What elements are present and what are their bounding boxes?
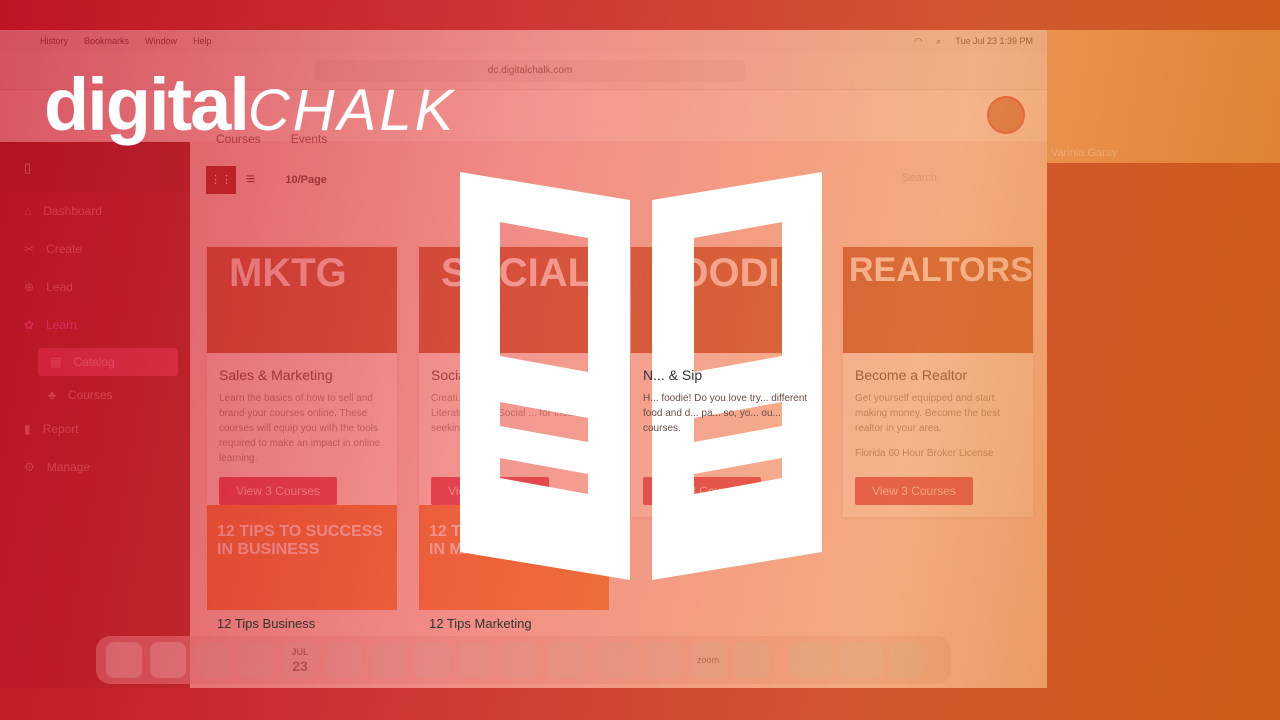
sidebar-item-catalog[interactable]: ▤ Catalog xyxy=(38,348,178,376)
slack-icon[interactable] xyxy=(646,642,682,678)
card-title: Become a Realtor xyxy=(855,367,968,383)
sidebar-item-label: Catalog xyxy=(73,355,115,369)
tools-icon: ✂ xyxy=(24,242,35,256)
sidebar: ▯ ⌂ Dashboard ✂ Create ⊕ Lead ✿ Learn ▤ Catal… xyxy=(0,142,190,688)
gear-icon: ⚙ xyxy=(24,460,35,474)
sidebar-item-label: Create xyxy=(46,242,83,256)
courses-icon: ♣ xyxy=(48,388,56,402)
card-title: N... & Sip xyxy=(643,367,703,383)
mac-menubar: History Bookmarks Window Help ◠ ⌕ Tue Jul … xyxy=(0,30,1047,52)
brain-icon: ✿ xyxy=(24,318,35,332)
card-course-name: Florida 60 Hour Broker License xyxy=(855,448,994,459)
notes-icon[interactable] xyxy=(370,642,406,678)
list-view-button[interactable]: ≡ xyxy=(246,171,255,189)
course-card: MKTG Sales & Marketing Learn the basics … xyxy=(207,247,397,517)
card-image: REALTORS xyxy=(843,247,1033,353)
sidebar-item-label: Dashboard xyxy=(43,204,102,218)
search-icon[interactable]: ⌕ xyxy=(936,36,941,47)
window-thumbnail-icon[interactable] xyxy=(840,642,882,678)
card-image: MKTG xyxy=(207,247,397,353)
digitalchalk-logo: digitalCHALK xyxy=(44,62,456,147)
avatar[interactable] xyxy=(987,96,1025,134)
app-store-icon[interactable] xyxy=(502,642,538,678)
menu-history[interactable]: History xyxy=(40,36,68,46)
freeform-icon[interactable] xyxy=(414,642,450,678)
card-description: Learn the basics of how to sell and bran… xyxy=(219,393,381,464)
card-title: 12 Tips Business xyxy=(217,616,316,631)
sidebar-item-courses[interactable]: ♣ Courses xyxy=(0,380,190,410)
wifi-icon[interactable]: ◠ xyxy=(914,36,922,47)
sidebar-item-manage[interactable]: ⚙ Manage xyxy=(0,448,190,486)
zoom-icon[interactable]: zoom xyxy=(690,642,726,678)
card-description: Get yourself equipped and start making m… xyxy=(855,393,1000,434)
sidebar-item-label: Courses xyxy=(67,388,113,402)
search-input[interactable]: Search xyxy=(902,172,937,184)
card-title: Sales & Marketing xyxy=(219,367,333,383)
reminders-icon[interactable] xyxy=(326,642,362,678)
sidebar-item-learn[interactable]: ✿ Learn xyxy=(0,306,190,344)
view-courses-button[interactable]: View 3 Courses xyxy=(855,477,973,505)
compass-icon: ⊕ xyxy=(24,280,35,294)
grid-view-button[interactable]: ⋮⋮ xyxy=(206,166,236,194)
bar-chart-icon: ▮ xyxy=(24,422,31,436)
sidebar-item-lead[interactable]: ⊕ Lead xyxy=(0,268,190,306)
course-card: REALTORS Become a Realtor Get yourself e… xyxy=(843,247,1033,517)
clock[interactable]: Tue Jul 23 1:39 PM xyxy=(955,36,1033,46)
settings-icon[interactable] xyxy=(546,642,582,678)
calendar-month: JUL xyxy=(291,647,309,657)
home-icon: ⌂ xyxy=(24,204,32,218)
safari-icon[interactable] xyxy=(194,642,230,678)
sidebar-item-dashboard[interactable]: ⌂ Dashboard xyxy=(0,192,190,230)
participant-name: Varinia Garay xyxy=(1051,147,1118,159)
sidebar-item-create[interactable]: ✂ Create xyxy=(0,230,190,268)
mail-icon[interactable] xyxy=(238,642,274,678)
dock: JUL 23 zoom xyxy=(96,636,951,684)
sidebar-item-label: Lead xyxy=(46,280,73,294)
menu-help[interactable]: Help xyxy=(193,36,212,46)
window-thumbnail-icon[interactable] xyxy=(790,642,832,678)
sidebar-item-label: Report xyxy=(42,422,79,436)
menu-bookmarks[interactable]: Bookmarks xyxy=(84,36,129,46)
menu-window[interactable]: Window xyxy=(145,36,177,46)
catalog-icon: ▤ xyxy=(50,355,62,369)
webcam-feed: Varinia Garay xyxy=(1047,30,1280,163)
trash-icon[interactable] xyxy=(890,642,926,678)
logo-text: CHALK xyxy=(247,78,457,143)
excel-icon[interactable] xyxy=(734,642,770,678)
launchpad-icon[interactable] xyxy=(150,642,186,678)
card-description: H... foodie! Do you love try... differen… xyxy=(643,393,808,434)
chrome-icon[interactable] xyxy=(602,642,638,678)
per-page-select[interactable]: 10/Page xyxy=(285,174,327,186)
sidebar-toggle-icon[interactable]: ▯ xyxy=(0,142,190,192)
finder-icon[interactable] xyxy=(106,642,142,678)
view-courses-button[interactable]: View 3 Courses xyxy=(219,477,337,505)
calendar-icon[interactable]: JUL 23 xyxy=(282,642,318,678)
sidebar-item-label: Manage xyxy=(46,460,91,474)
news-icon[interactable] xyxy=(458,642,494,678)
course-card-image[interactable]: 12 TIPS TO SUCCESS IN BUSINESS xyxy=(207,505,397,610)
sidebar-item-label: Learn xyxy=(46,318,77,332)
logo-text: digital xyxy=(44,63,250,146)
card-title: 12 Tips Marketing xyxy=(429,616,532,631)
sidebar-item-report[interactable]: ▮ Report xyxy=(0,410,190,448)
calendar-day: 23 xyxy=(292,658,308,674)
